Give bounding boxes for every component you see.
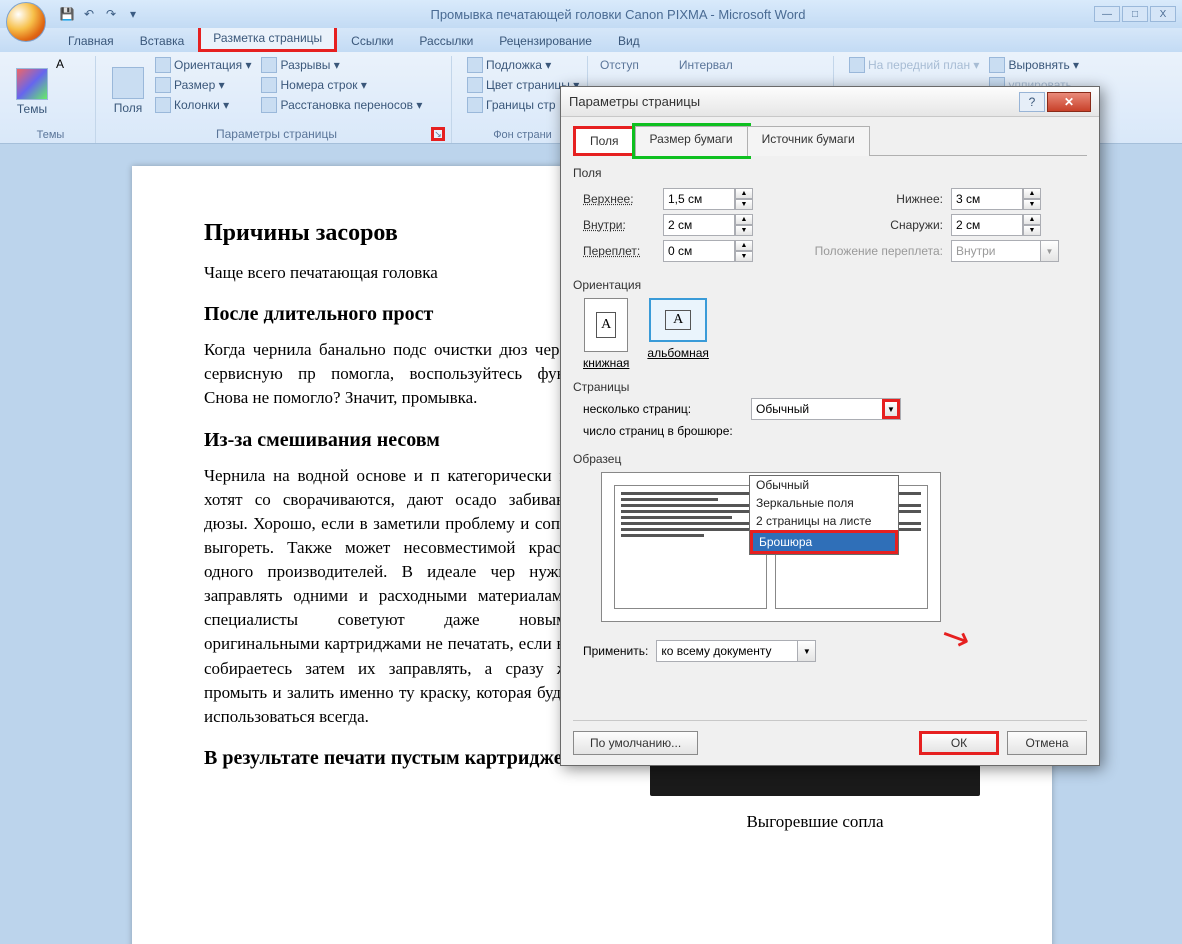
tab-references[interactable]: Ссылки [339,30,405,52]
input-gutter[interactable] [663,240,735,262]
qat-dropdown-icon[interactable]: ▾ [124,5,142,23]
tab-view[interactable]: Вид [606,30,652,52]
tab-home[interactable]: Главная [56,30,126,52]
page-borders-icon [467,97,483,113]
orientation-icon [155,57,171,73]
spin-up-icon[interactable]: ▲ [735,188,753,199]
chevron-down-icon[interactable]: ▼ [797,641,815,661]
office-button[interactable] [6,2,46,42]
dialog-tab-margins[interactable]: Поля [573,126,636,156]
input-top[interactable] [663,188,735,210]
breaks-icon [261,57,277,73]
themes-icon [16,68,48,100]
size-icon [155,77,171,93]
spinner-gutter[interactable]: ▲▼ [663,240,753,262]
dialog-tab-paper[interactable]: Размер бумаги [635,126,748,156]
paragraph-3: Чернила на водной основе и п категоричес… [204,464,576,729]
image-caption: Выгоревшие сопла [650,812,980,832]
line-numbers-button[interactable]: Номера строк ▾ [258,76,425,94]
columns-icon [155,97,171,113]
theme-fonts-icon[interactable]: A [56,57,64,71]
label-outside: Снаружи: [793,218,943,232]
align-button[interactable]: Выровнять ▾ [986,56,1082,74]
orientation-portrait[interactable]: A книжная [583,298,629,370]
dialog-help-button[interactable]: ? [1019,92,1045,112]
section-margins: Поля [573,166,1087,180]
option-two-per-sheet[interactable]: 2 страницы на листе [750,512,898,530]
watermark-icon [467,57,483,73]
preview-page-left [614,485,767,609]
tab-review[interactable]: Рецензирование [487,30,604,52]
tab-page-layout[interactable]: Разметка страницы [198,24,337,52]
minimize-button[interactable]: — [1094,6,1120,22]
select-apply-to[interactable]: ко всему документу▼ [656,640,816,662]
group-themes-label: Темы [12,127,89,143]
spinner-outside[interactable]: ▲▼ [951,214,1041,236]
align-icon [989,57,1005,73]
input-bottom[interactable] [951,188,1023,210]
default-button[interactable]: По умолчанию... [573,731,698,755]
dialog-title: Параметры страницы [569,94,1019,109]
chevron-down-icon[interactable]: ▼ [882,399,900,419]
dialog-tab-source[interactable]: Источник бумаги [747,126,870,156]
ok-button[interactable]: ОК [919,731,999,755]
tab-insert[interactable]: Вставка [128,30,197,52]
spinner-inside[interactable]: ▲▼ [663,214,753,236]
select-gutter-pos: Внутри▼ [951,240,1059,262]
input-inside[interactable] [663,214,735,236]
section-orientation: Ориентация [573,278,1087,292]
label-apply-to: Применить: [583,644,648,658]
watermark-button[interactable]: Подложка ▾ [464,56,582,74]
label-gutter: Переплет: [583,244,655,258]
page-setup-dialog: Параметры страницы ? ✕ Поля Размер бумаг… [560,86,1100,766]
section-pages: Страницы [573,380,1087,394]
option-normal[interactable]: Обычный [750,476,898,494]
hyphenation-icon [261,97,277,113]
spinner-top[interactable]: ▲▼ [663,188,753,210]
orientation-landscape[interactable]: A альбомная [647,298,709,370]
label-multiple-pages: несколько страниц: [583,402,743,416]
size-button[interactable]: Размер ▾ [152,76,254,94]
multiple-pages-dropdown: Обычный Зеркальные поля 2 страницы на ли… [749,475,899,555]
bring-front-button[interactable]: На передний план ▾ [846,56,982,74]
page-setup-launcher[interactable]: ↘ [431,127,445,141]
label-bottom: Нижнее: [793,192,943,206]
page-color-icon [467,77,483,93]
spinner-bottom[interactable]: ▲▼ [951,188,1041,210]
label-sheets-per-booklet: число страниц в брошюре: [583,424,743,438]
label-gutter-pos: Положение переплета: [793,244,943,258]
group-page-setup-label: Параметры страницы ↘ [108,125,445,143]
redo-icon[interactable]: ↷ [102,5,120,23]
select-multiple-pages[interactable]: Обычный▼ [751,398,901,420]
chevron-down-icon: ▼ [1040,241,1058,261]
margins-icon [112,67,144,99]
option-mirror[interactable]: Зеркальные поля [750,494,898,512]
input-outside[interactable] [951,214,1023,236]
label-top: Верхнее: [583,192,655,206]
orientation-button[interactable]: Ориентация ▾ [152,56,254,74]
maximize-button[interactable]: □ [1122,6,1148,22]
label-inside: Внутри: [583,218,655,232]
ribbon-tabs: Главная Вставка Разметка страницы Ссылки… [0,28,1182,52]
section-preview: Образец [573,452,1087,466]
window-title: Промывка печатающей головки Canon PIXMA … [142,7,1094,22]
margins-button[interactable]: Поля [108,56,148,125]
line-numbers-icon [261,77,277,93]
option-booklet[interactable]: Брошюра [750,530,898,554]
close-button[interactable]: X [1150,6,1176,22]
tab-mailings[interactable]: Рассылки [407,30,485,52]
columns-button[interactable]: Колонки ▾ [152,96,254,114]
bring-front-icon [849,57,865,73]
save-icon[interactable]: 💾 [58,5,76,23]
undo-icon[interactable]: ↶ [80,5,98,23]
paragraph-2: Когда чернила банально подс очистки дюз … [204,338,574,410]
themes-button[interactable]: Темы [12,56,52,127]
cancel-button[interactable]: Отмена [1007,731,1087,755]
quick-access-toolbar: 💾 ↶ ↷ ▾ [58,5,142,23]
breaks-button[interactable]: Разрывы ▾ [258,56,425,74]
hyphenation-button[interactable]: Расстановка переносов ▾ [258,96,425,114]
spin-down-icon[interactable]: ▼ [735,199,753,210]
dialog-close-button[interactable]: ✕ [1047,92,1091,112]
